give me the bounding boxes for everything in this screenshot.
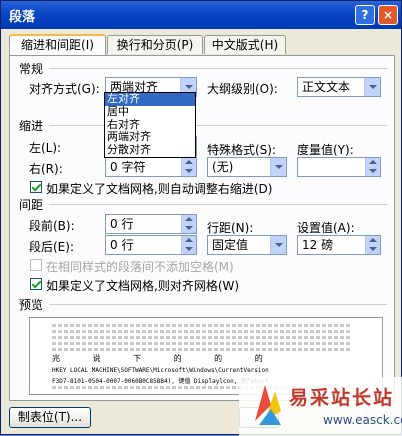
snap-to-grid-checkbox[interactable] <box>30 278 42 290</box>
chevron-down-icon[interactable] <box>270 158 286 176</box>
alignment-option[interactable]: 左对齐 <box>105 92 195 106</box>
line-spacing-select[interactable]: 固定值 <box>207 235 287 255</box>
tab-indents-spacing[interactable]: 缩进和间距(I) <box>9 34 106 55</box>
stepper[interactable] <box>181 236 196 254</box>
divider <box>49 68 387 69</box>
measure-label: 度量值(Y): <box>297 143 354 157</box>
indent-right-input[interactable]: 0 字符 <box>105 157 197 177</box>
chevron-down-icon[interactable] <box>364 78 380 96</box>
stepper[interactable] <box>365 236 380 254</box>
preview-line <box>52 342 352 345</box>
spacing-at-input[interactable]: 12 磅 <box>297 235 381 255</box>
watermark-logo-icon <box>255 385 281 425</box>
line-spacing-label: 行距(N): <box>207 221 254 235</box>
divider <box>49 204 387 205</box>
stepper[interactable] <box>181 215 196 233</box>
space-after-label: 段后(E): <box>29 240 74 254</box>
space-before-input[interactable]: 0 行 <box>105 214 197 234</box>
tab-asian-typography[interactable]: 中文版式(H) <box>204 35 286 54</box>
special-indent-label: 特殊格式(S): <box>207 143 277 157</box>
stepper[interactable] <box>365 158 380 176</box>
watermark-text: 易采站长站 <box>289 387 395 409</box>
spacing-section-label: 间距 <box>19 198 44 212</box>
preview-section-label: 预览 <box>19 298 44 312</box>
line-spacing-value: 固定值 <box>212 238 249 252</box>
space-after-input[interactable]: 0 行 <box>105 235 197 255</box>
preview-sample-line2: F3D7-8101-0504-0007-0060B0C85BB4), 键值 Di… <box>52 378 269 385</box>
no-space-same-style-checkbox[interactable] <box>30 259 42 271</box>
watermark-url: www.easck.com <box>323 413 402 427</box>
special-indent-select[interactable]: (无) <box>207 157 287 177</box>
alignment-label: 对齐方式(G): <box>29 82 100 96</box>
auto-adjust-right-indent-label: 如果定义了文档网格,则自动调整右缩进(D) <box>46 182 273 196</box>
preview-sample-line1: HKEY LOCAL MACHINE\SOFTWARE\Microsoft\Wi… <box>52 367 269 374</box>
space-before-label: 段前(B): <box>29 219 75 233</box>
measure-input[interactable] <box>297 157 381 177</box>
preview-line <box>52 348 352 351</box>
paragraph-dialog: 段落 ? × 缩进和间距(I) 换行和分页(P) 中文版式(H) 常规 对齐方式… <box>0 0 402 436</box>
snap-to-grid-label: 如果定义了文档网格,则对齐网格(W) <box>46 279 240 293</box>
spacing-at-value: 12 磅 <box>302 238 334 252</box>
outline-level-label: 大纲级别(O): <box>207 82 278 96</box>
chevron-down-icon[interactable] <box>270 236 286 254</box>
preview-line <box>52 330 352 333</box>
close-button[interactable]: × <box>378 5 398 25</box>
preview-line <box>52 324 352 327</box>
preview-sample-chars: 兆 说 下 的 的 的 <box>52 354 263 363</box>
general-section-label: 常规 <box>19 62 44 76</box>
watermark: 易采站长站 www.easck.com <box>239 377 402 436</box>
alignment-dropdown-list: 左对齐 居中 右对齐 两端对齐 分散对齐 <box>104 92 196 158</box>
stepper[interactable] <box>181 158 196 176</box>
indent-right-label: 右(R): <box>29 162 63 176</box>
space-after-value: 0 行 <box>110 238 134 252</box>
space-before-value: 0 行 <box>110 217 134 231</box>
auto-adjust-right-indent-checkbox[interactable] <box>30 181 42 193</box>
spacing-at-label: 设置值(A): <box>297 221 355 235</box>
title-bar[interactable]: 段落 ? × <box>1 1 401 29</box>
indent-left-label: 左(L): <box>29 141 62 155</box>
preview-line <box>52 336 352 339</box>
dialog-title: 段落 <box>9 10 36 25</box>
divider <box>49 304 387 305</box>
help-button[interactable]: ? <box>355 5 375 25</box>
outline-level-select[interactable]: 正文文本 <box>297 77 381 97</box>
divider <box>49 125 387 126</box>
no-space-same-style-label: 在相同样式的段落间不添加空格(M) <box>46 260 234 274</box>
outline-level-value: 正文文本 <box>302 80 351 94</box>
alignment-option[interactable]: 居中 <box>105 105 195 119</box>
special-indent-value: (无) <box>212 160 234 174</box>
alignment-option[interactable]: 分散对齐 <box>105 143 195 157</box>
tab-line-page-breaks[interactable]: 换行和分页(P) <box>107 35 203 54</box>
indent-right-value: 0 字符 <box>110 160 146 174</box>
indent-section-label: 缩进 <box>19 119 44 133</box>
tabs-button[interactable]: 制表位(T)... <box>9 407 91 428</box>
